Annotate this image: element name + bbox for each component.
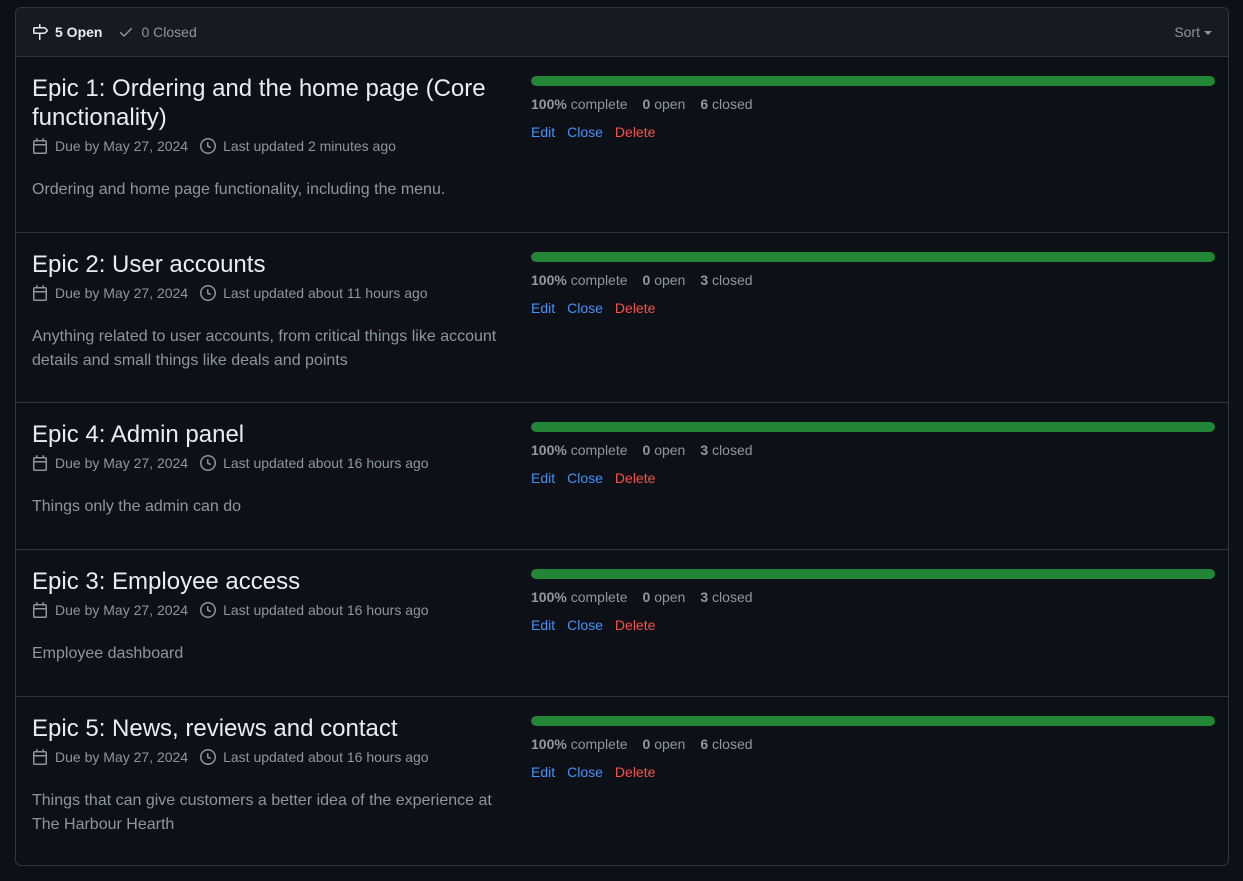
- milestone-icon: [32, 24, 48, 40]
- due-date: Due by May 27, 2024: [32, 138, 188, 154]
- delete-link[interactable]: Delete: [615, 470, 655, 486]
- last-updated-text: Last updated about 11 hours ago: [223, 285, 428, 301]
- last-updated: Last updated about 16 hours ago: [200, 455, 429, 471]
- edit-link[interactable]: Edit: [531, 617, 555, 633]
- due-date-text: Due by May 27, 2024: [55, 749, 189, 765]
- open-issues-count: 0 open: [642, 442, 686, 458]
- due-date: Due by May 27, 2024: [32, 285, 188, 301]
- open-issues-count: 0 open: [642, 736, 686, 752]
- milestone-description: Anything related to user accounts, from …: [32, 328, 497, 369]
- milestone-description: Things that can give customers a better …: [32, 792, 492, 833]
- closed-issues-count: 3 closed: [700, 442, 753, 458]
- open-filter[interactable]: 5 Open: [32, 24, 102, 40]
- clock-icon: [200, 138, 217, 154]
- percent-complete: 100% complete: [531, 589, 628, 605]
- clock-icon: [200, 285, 217, 301]
- close-link[interactable]: Close: [567, 124, 603, 140]
- sort-label: Sort: [1174, 24, 1200, 40]
- close-link[interactable]: Close: [567, 470, 603, 486]
- progress-bar: [531, 422, 1215, 432]
- milestone-description: Ordering and home page functionality, in…: [32, 181, 446, 198]
- closed-count-label: 0 Closed: [141, 24, 197, 40]
- last-updated: Last updated about 11 hours ago: [200, 285, 428, 301]
- clock-icon: [200, 602, 217, 618]
- due-date-text: Due by May 27, 2024: [55, 602, 189, 618]
- percent-complete: 100% complete: [531, 736, 628, 752]
- last-updated: Last updated about 16 hours ago: [200, 602, 429, 618]
- open-issues-count: 0 open: [642, 272, 686, 288]
- milestone-row: Epic 2: User accounts Due by May 27, 202…: [16, 233, 1228, 403]
- progress-bar: [531, 569, 1215, 579]
- due-date: Due by May 27, 2024: [32, 749, 188, 765]
- milestone-title[interactable]: Epic 3: Employee access: [32, 567, 502, 596]
- progress-bar: [531, 76, 1215, 86]
- progress-bar-fill: [531, 422, 1215, 432]
- edit-link[interactable]: Edit: [531, 300, 555, 316]
- progress-bar: [531, 716, 1215, 726]
- clock-icon: [200, 455, 217, 471]
- check-icon: [118, 24, 134, 40]
- milestone-row: Epic 3: Employee access Due by May 27, 2…: [16, 550, 1228, 697]
- closed-issues-count: 6 closed: [700, 736, 753, 752]
- milestone-row: Epic 5: News, reviews and contact Due by…: [16, 697, 1228, 865]
- chevron-down-icon: [1204, 31, 1212, 35]
- close-link[interactable]: Close: [567, 617, 603, 633]
- percent-complete: 100% complete: [531, 442, 628, 458]
- delete-link[interactable]: Delete: [615, 300, 655, 316]
- last-updated-text: Last updated about 16 hours ago: [223, 602, 429, 618]
- closed-issues-count: 3 closed: [700, 589, 753, 605]
- last-updated: Last updated 2 minutes ago: [200, 138, 396, 154]
- calendar-icon: [32, 138, 48, 154]
- progress-bar-fill: [531, 76, 1215, 86]
- calendar-icon: [32, 285, 48, 301]
- percent-complete: 100% complete: [531, 272, 628, 288]
- delete-link[interactable]: Delete: [615, 764, 655, 780]
- last-updated-text: Last updated about 16 hours ago: [223, 749, 429, 765]
- milestones-list: 5 Open 0 Closed Sort Epic 1: Ordering an…: [15, 7, 1229, 866]
- delete-link[interactable]: Delete: [615, 124, 655, 140]
- progress-bar-fill: [531, 716, 1215, 726]
- progress-bar: [531, 252, 1215, 262]
- last-updated-text: Last updated about 16 hours ago: [223, 455, 429, 471]
- edit-link[interactable]: Edit: [531, 124, 555, 140]
- progress-bar-fill: [531, 252, 1215, 262]
- calendar-icon: [32, 749, 48, 765]
- edit-link[interactable]: Edit: [531, 764, 555, 780]
- close-link[interactable]: Close: [567, 764, 603, 780]
- progress-bar-fill: [531, 569, 1215, 579]
- close-link[interactable]: Close: [567, 300, 603, 316]
- due-date-text: Due by May 27, 2024: [55, 455, 189, 471]
- sort-dropdown[interactable]: Sort: [1174, 24, 1212, 40]
- closed-filter[interactable]: 0 Closed: [118, 24, 197, 40]
- milestone-title[interactable]: Epic 5: News, reviews and contact: [32, 714, 502, 743]
- percent-complete: 100% complete: [531, 96, 628, 112]
- milestones-header: 5 Open 0 Closed Sort: [16, 8, 1228, 57]
- milestone-description: Employee dashboard: [32, 645, 184, 662]
- last-updated-text: Last updated 2 minutes ago: [223, 138, 396, 154]
- due-date-text: Due by May 27, 2024: [55, 138, 189, 154]
- milestone-title[interactable]: Epic 1: Ordering and the home page (Core…: [32, 74, 502, 132]
- due-date-text: Due by May 27, 2024: [55, 285, 189, 301]
- open-issues-count: 0 open: [642, 96, 686, 112]
- closed-issues-count: 6 closed: [700, 96, 753, 112]
- due-date: Due by May 27, 2024: [32, 602, 188, 618]
- milestone-description: Things only the admin can do: [32, 498, 242, 515]
- delete-link[interactable]: Delete: [615, 617, 655, 633]
- clock-icon: [200, 749, 217, 765]
- milestone-title[interactable]: Epic 4: Admin panel: [32, 420, 502, 449]
- open-issues-count: 0 open: [642, 589, 686, 605]
- edit-link[interactable]: Edit: [531, 470, 555, 486]
- calendar-icon: [32, 602, 48, 618]
- due-date: Due by May 27, 2024: [32, 455, 188, 471]
- open-count-label: 5 Open: [55, 24, 103, 40]
- milestone-row: Epic 4: Admin panel Due by May 27, 2024 …: [16, 403, 1228, 550]
- milestone-title[interactable]: Epic 2: User accounts: [32, 250, 502, 279]
- milestone-row: Epic 1: Ordering and the home page (Core…: [16, 57, 1228, 233]
- calendar-icon: [32, 455, 48, 471]
- closed-issues-count: 3 closed: [700, 272, 753, 288]
- last-updated: Last updated about 16 hours ago: [200, 749, 429, 765]
